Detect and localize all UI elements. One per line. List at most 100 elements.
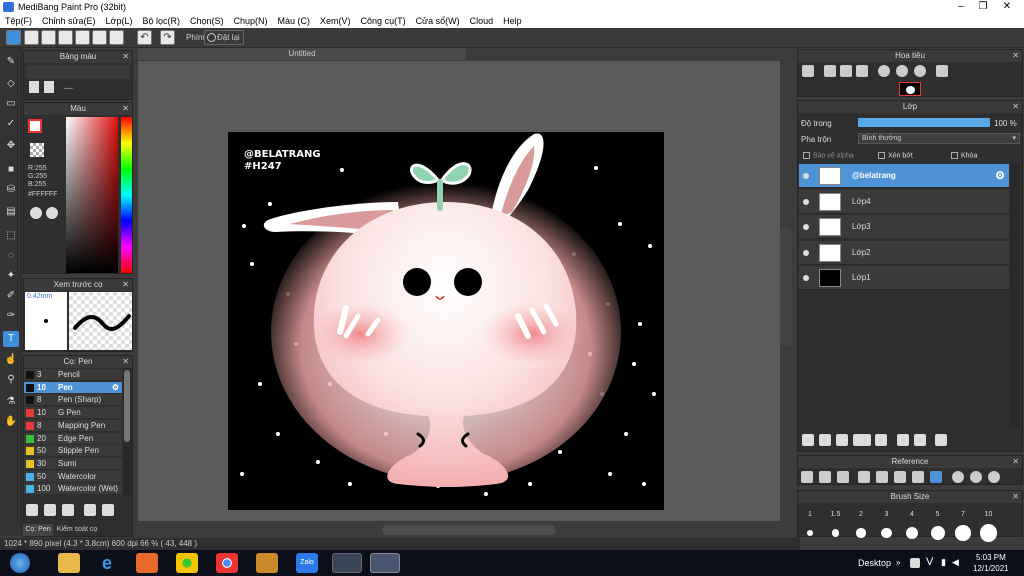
media-player-icon[interactable] [136,553,158,573]
brush-cloud-icon[interactable] [26,504,38,516]
color-wheel-icon[interactable] [30,207,42,219]
tab-brush-control[interactable]: Kiểm soát cọ [55,524,99,536]
brush-size-button[interactable] [881,527,892,539]
new-palette-icon[interactable] [29,81,39,93]
dropper-tool-icon[interactable]: ⚗ [3,394,19,410]
eraser-tool-icon[interactable]: ◇ [3,76,19,92]
gradient-tool-icon[interactable]: ▤ [3,204,19,220]
close-icon[interactable]: ✕ [998,0,1016,14]
operation-tool-icon[interactable]: ☝ [3,352,19,368]
zoom-out-icon[interactable] [824,65,836,77]
reference-cloud-icon[interactable] [801,471,813,483]
new-layer-icon[interactable] [802,434,814,446]
reference-close-icon[interactable] [837,471,849,483]
brush-scroll-thumb[interactable] [124,370,130,442]
actual-size-icon[interactable] [856,65,868,77]
menu-help[interactable]: Help [498,16,527,26]
duplicate-layer-icon[interactable] [897,434,909,446]
hue-slider[interactable] [121,117,132,273]
brush-list-scrollbar[interactable] [123,368,131,496]
brush-item[interactable]: 50 Stipple Pen [24,445,122,458]
brush-new-icon[interactable] [84,504,96,516]
export-icon[interactable] [24,30,39,45]
chrome-icon[interactable] [216,553,238,573]
menu-color[interactable]: Màu (C) [273,16,316,26]
gear-icon[interactable]: ⚙ [995,169,1005,182]
visibility-icon[interactable] [803,249,809,256]
rect-select-tool-icon[interactable]: ▭ [3,96,19,112]
desktop-label[interactable]: Desktop [858,558,891,568]
coc-coc-icon[interactable] [176,553,198,573]
magic-wand-tool-icon[interactable]: ✦ [3,268,19,284]
brush-item[interactable]: 10 Pen ⚙ [24,381,122,394]
layer-folder-icon[interactable] [875,434,887,446]
start-button[interactable] [10,553,30,573]
tab-brush[interactable]: Cọ: Pen [23,524,53,536]
horizontal-scrollbar[interactable] [382,525,556,535]
brush-size-button[interactable] [856,528,866,538]
navigator-thumbnail[interactable] [899,82,921,96]
blend-mode-select[interactable]: Bình thường ▾ [858,133,1020,144]
eyedropper-tool-icon[interactable]: ⚲ [3,372,19,388]
new-halftone-layer-icon[interactable] [819,434,831,446]
menu-cloud[interactable]: Cloud [465,16,499,26]
clipping-checkbox[interactable]: Xén bớt [878,152,913,159]
bucket-tool-icon[interactable]: ⛁ [3,182,19,198]
visibility-icon[interactable] [803,224,809,230]
hand-tool-icon[interactable]: ✋ [3,414,19,430]
fill-rect-tool-icon[interactable]: ■ [3,162,19,178]
reference-hand-icon[interactable] [930,471,942,483]
menu-file[interactable]: Tệp(F) [0,16,37,26]
network-icon[interactable]: ▮ [941,557,946,568]
layer-add-dropdown-icon[interactable] [853,434,871,446]
reset-rotation-icon[interactable] [914,65,926,77]
volume-icon[interactable]: ◀ [952,557,959,568]
selection-tool-icon[interactable]: ⬚ [3,228,19,244]
layer-row[interactable]: Lớp1 [799,266,1009,290]
text-tool-icon[interactable]: T [3,331,19,347]
brush-folder-icon[interactable] [102,504,114,516]
page-icon[interactable] [75,30,90,45]
foreground-color-swatch[interactable] [28,119,42,133]
brush-size-button[interactable] [955,525,971,541]
undo-icon[interactable]: ↶ [137,30,152,45]
reference-fit-icon[interactable] [876,471,888,483]
background-color-swatch[interactable] [30,143,44,157]
chat-icon[interactable] [58,30,73,45]
palette-dropdown[interactable] [27,65,129,79]
brush-size-button[interactable] [807,530,813,536]
layer-row[interactable]: Lớp3 [799,215,1009,239]
new-8bit-layer-icon[interactable] [836,434,848,446]
clock-time[interactable]: 5:03 PM [976,553,1006,562]
brush-tool-icon[interactable]: ✎ [3,54,19,70]
medibang-taskbar-icon[interactable] [370,553,400,573]
reference-rotate-right-icon[interactable] [970,471,982,483]
brush-size-button[interactable] [905,526,919,540]
redo-icon[interactable]: ↷ [160,30,175,45]
select-eraser-tool-icon[interactable]: ✑ [3,308,19,324]
brush-item[interactable]: 100 Watercolor (Wet) [24,483,122,496]
color-picker-icon[interactable] [46,207,58,219]
reference-zoom-in-icon[interactable] [858,471,870,483]
move-tool-icon[interactable]: ✥ [3,138,19,154]
layer-row[interactable]: @belatrang ⚙ [799,164,1009,188]
brush-item[interactable]: 10 G Pen [24,407,122,420]
brush-item[interactable]: 3 Pencil [24,369,122,381]
zalo-icon[interactable]: Zalo [296,553,318,573]
protect-alpha-checkbox[interactable]: Bảo vệ alpha [803,152,854,159]
brush-size-button[interactable] [831,529,840,537]
layer-row[interactable]: Lớp2 [799,240,1009,265]
panel-close-icon[interactable]: ✕ [1012,456,1019,468]
paint-tool-icon[interactable] [256,553,278,573]
minimize-icon[interactable]: – [952,0,970,14]
menu-snap[interactable]: Chụp(N) [229,16,273,26]
opacity-slider[interactable] [858,118,990,127]
artboard[interactable]: @BELATRANG #H247 [228,132,664,510]
layer-list-scrollbar[interactable] [1010,164,1020,428]
rotate-left-icon[interactable] [878,65,890,77]
brush-size-button[interactable] [930,526,945,540]
tray-app-icon[interactable] [910,558,920,568]
brush-item[interactable]: 20 Edge Pen [24,432,122,445]
panel-close-icon[interactable]: ✕ [1012,491,1019,503]
comment-icon[interactable] [41,30,56,45]
